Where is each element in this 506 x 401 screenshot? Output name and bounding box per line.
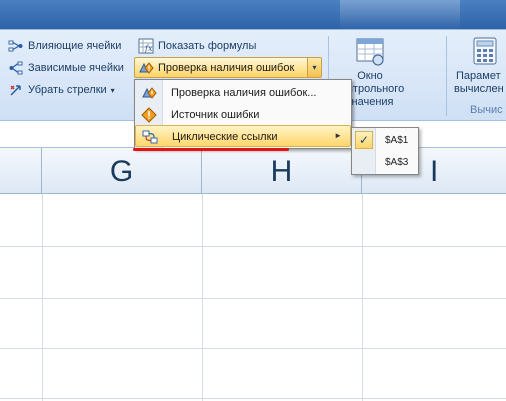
group-separator: [446, 36, 447, 116]
menu-item-error-checking[interactable]: Проверка наличия ошибок...: [135, 82, 351, 104]
column-header-g[interactable]: G: [42, 148, 202, 194]
error-checking-split-button[interactable]: Проверка наличия ошибок ▾: [134, 57, 322, 78]
menu-item-label: Циклические ссылки: [172, 131, 278, 143]
watch-window-icon: [354, 36, 386, 68]
column-header-h[interactable]: H: [202, 148, 362, 194]
trace-error-icon: [141, 107, 157, 123]
remove-arrows-dropdown-icon[interactable]: ▾: [111, 86, 115, 95]
show-formulas-icon: fx: [138, 38, 154, 54]
menu-item-trace-error[interactable]: Источник ошибки: [135, 104, 351, 126]
show-formulas-label: Показать формулы: [158, 40, 257, 52]
red-underline-annotation: [133, 148, 289, 151]
error-checking-icon: [138, 60, 154, 76]
trace-dependents-label: Зависимые ячейки: [28, 62, 124, 74]
submenu-item-a3[interactable]: $A$3: [385, 157, 408, 168]
calculator-icon: [470, 36, 502, 68]
submenu-item-a1[interactable]: $A$1: [385, 135, 408, 146]
calculation-options-label-1: Парамет: [456, 70, 501, 82]
submenu-arrow-icon: ►: [334, 131, 342, 140]
column-header-partial[interactable]: [0, 148, 42, 194]
worksheet-grid[interactable]: [0, 194, 506, 401]
error-checking-dropdown-icon[interactable]: ▾: [307, 58, 321, 77]
circular-references-icon: [142, 129, 158, 145]
calculation-options-button[interactable]: Парамет вычислен: [450, 36, 506, 96]
circular-references-submenu: ✓ $A$1 $A$3: [351, 127, 419, 175]
checkmark-icon: ✓: [355, 131, 373, 149]
remove-arrows-icon: [8, 82, 24, 98]
trace-precedents-button[interactable]: Влияющие ячейки: [8, 36, 121, 56]
trace-precedents-icon: [8, 38, 24, 54]
show-formulas-button[interactable]: fx Показать формулы: [138, 36, 256, 56]
trace-precedents-label: Влияющие ячейки: [28, 40, 122, 52]
calculation-options-label-2: вычислен: [454, 83, 504, 95]
menu-item-label: Проверка наличия ошибок...: [171, 87, 317, 99]
remove-arrows-label: Убрать стрелки: [28, 84, 107, 96]
ribbon-title-strip: [0, 0, 506, 30]
calculation-group-label: Вычис: [470, 104, 503, 116]
trace-dependents-icon: [8, 60, 24, 76]
svg-text:fx: fx: [144, 44, 153, 53]
column-headers: G H I: [0, 148, 506, 194]
error-checking-label: Проверка наличия ошибок: [158, 62, 295, 74]
error-checking-icon: [141, 85, 157, 101]
error-checking-button[interactable]: Проверка наличия ошибок: [138, 58, 294, 78]
menu-item-circular-references[interactable]: Циклические ссылки ►: [135, 125, 351, 147]
trace-dependents-button[interactable]: Зависимые ячейки: [8, 58, 124, 78]
error-checking-menu: Проверка наличия ошибок... Источник ошиб…: [134, 79, 352, 149]
menu-item-label: Источник ошибки: [171, 109, 260, 121]
remove-arrows-button[interactable]: Убрать стрелки ▾: [8, 80, 115, 100]
